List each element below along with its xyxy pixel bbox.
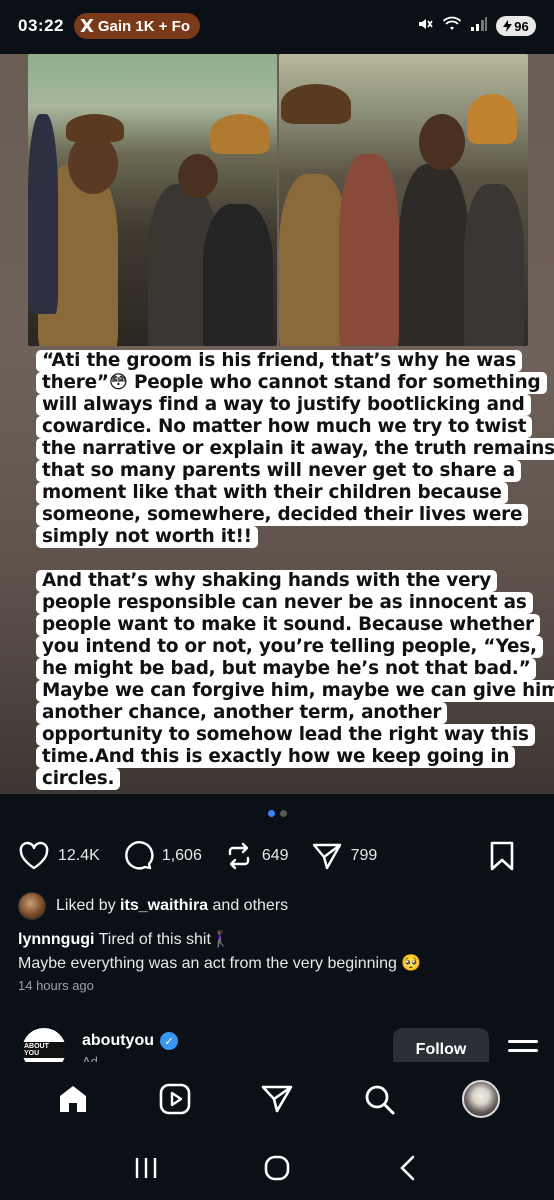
home-icon[interactable] <box>51 1077 95 1121</box>
signal-icon <box>470 16 488 37</box>
notification-pill-text: Gain 1K + Fo <box>97 17 190 35</box>
comment-action[interactable]: 1,606 <box>122 840 202 872</box>
mute-icon <box>416 15 434 38</box>
photo-collage <box>28 54 528 346</box>
next-post-header: ABOUT YOU aboutyou ✓ Ad Follow <box>0 1024 554 1062</box>
next-post-username[interactable]: aboutyou ✓ <box>82 1032 178 1050</box>
comment-count[interactable]: 1,606 <box>162 847 202 865</box>
image-text-line: another chance, another term, another <box>36 702 448 724</box>
liked-by[interactable]: Liked by its_waithira and others <box>18 892 288 920</box>
image-text-line: that so many parents will never get to s… <box>36 460 521 482</box>
status-icons: 96 <box>416 15 536 38</box>
carousel-dot-active <box>267 810 275 817</box>
send-icon[interactable] <box>311 841 343 871</box>
next-post-username-text[interactable]: aboutyou <box>82 1032 154 1050</box>
back-icon[interactable] <box>388 1148 428 1188</box>
image-text-line: simply not worth it!! <box>36 526 258 548</box>
profile-avatar-image[interactable] <box>462 1080 500 1118</box>
image-text-line: someone, somewhere, decided their lives … <box>36 504 529 526</box>
aboutyou-avatar[interactable]: ABOUT YOU <box>22 1028 66 1062</box>
image-text-line: people responsible can never be as innoc… <box>36 592 533 614</box>
verified-badge-icon: ✓ <box>160 1032 178 1050</box>
like-action[interactable]: 12.4K <box>18 841 100 871</box>
image-text-line: circles. <box>36 768 121 790</box>
image-text-block-2: And that’s why shaking hands with the ve… <box>36 570 554 790</box>
image-text-line: moment like that with their children bec… <box>36 482 508 504</box>
repost-count[interactable]: 649 <box>262 847 289 865</box>
search-icon[interactable] <box>357 1077 401 1121</box>
comment-icon[interactable] <box>122 840 154 872</box>
event-photo-left <box>28 54 277 346</box>
bookmark-icon[interactable] <box>488 840 516 872</box>
image-text-line: he might be bad, but maybe he’s not that… <box>36 658 537 680</box>
image-text-line: will always find a way to justify bootli… <box>36 394 531 416</box>
share-count[interactable]: 799 <box>351 847 378 865</box>
post-media[interactable]: “Ati the groom is his friend, that’s why… <box>0 54 554 794</box>
liked-by-avatar[interactable] <box>18 892 46 920</box>
image-text-line: “Ati the groom is his friend, that’s why… <box>36 350 522 372</box>
bottom-navigation <box>0 1062 554 1136</box>
status-time: 03:22 <box>18 16 64 35</box>
caption-text: Tired of this shit🚶🏾‍♀️ <box>98 931 231 948</box>
post-actions: 12.4K 1,606 649 799 <box>18 836 538 876</box>
image-text-line: you intend to or not, you’re telling peo… <box>36 636 543 658</box>
image-text-line: opportunity to somehow lead the right wa… <box>36 724 535 746</box>
x-logo-icon: X <box>79 15 94 37</box>
liked-by-user[interactable]: its_waithira <box>120 897 208 914</box>
caption-username[interactable]: lynnngugi <box>18 931 94 948</box>
wifi-icon <box>442 15 462 38</box>
send-icon[interactable] <box>255 1077 299 1121</box>
follow-button[interactable]: Follow <box>393 1028 489 1062</box>
post-caption[interactable]: lynnngugi Tired of this shit🚶🏾‍♀️ Maybe … <box>18 928 538 976</box>
liked-by-prefix: Liked by <box>56 897 116 914</box>
share-action[interactable]: 799 <box>311 841 378 871</box>
image-text-line: Maybe we can forgive him, maybe we can g… <box>36 680 554 702</box>
liked-by-text: Liked by its_waithira and others <box>56 897 288 915</box>
sponsored-label: Ad <box>82 1054 98 1062</box>
system-navigation <box>0 1136 554 1200</box>
image-text-line: time.And this is exactly how we keep goi… <box>36 746 516 768</box>
carousel-indicator <box>0 810 554 817</box>
liked-by-suffix[interactable]: and others <box>213 897 289 914</box>
profile-avatar[interactable] <box>459 1077 503 1121</box>
heart-icon[interactable] <box>18 841 50 871</box>
status-bar: 03:22 X Gain 1K + Fo 96 <box>0 0 554 52</box>
carousel-dot <box>279 810 287 817</box>
like-count[interactable]: 12.4K <box>58 847 100 865</box>
save-action[interactable] <box>488 840 516 872</box>
repost-action[interactable]: 649 <box>224 841 289 871</box>
image-text-line: And that’s why shaking hands with the ve… <box>36 570 497 592</box>
recent-apps-icon[interactable] <box>126 1148 166 1188</box>
caption-text-line2: Maybe everything was an act from the ver… <box>18 955 422 972</box>
post-timestamp: 14 hours ago <box>18 978 94 993</box>
repost-icon[interactable] <box>224 841 254 871</box>
image-text-line: there”😳 People who cannot stand for some… <box>36 372 547 394</box>
event-photo-right <box>279 54 528 346</box>
battery-indicator: 96 <box>496 16 536 36</box>
image-text-line: the narrative or explain it away, the tr… <box>36 438 554 460</box>
image-text-line: people want to make it sound. Because wh… <box>36 614 540 636</box>
notification-pill[interactable]: X Gain 1K + Fo <box>73 13 200 39</box>
reels-icon[interactable] <box>153 1077 197 1121</box>
battery-level: 96 <box>514 18 529 34</box>
more-menu-icon[interactable] <box>508 1040 538 1058</box>
aboutyou-logo: ABOUT YOU <box>22 1042 66 1058</box>
image-text-line: cowardice. No matter how much we try to … <box>36 416 533 438</box>
image-text-block-1: “Ati the groom is his friend, that’s why… <box>36 350 554 548</box>
home-button-icon[interactable] <box>257 1148 297 1188</box>
